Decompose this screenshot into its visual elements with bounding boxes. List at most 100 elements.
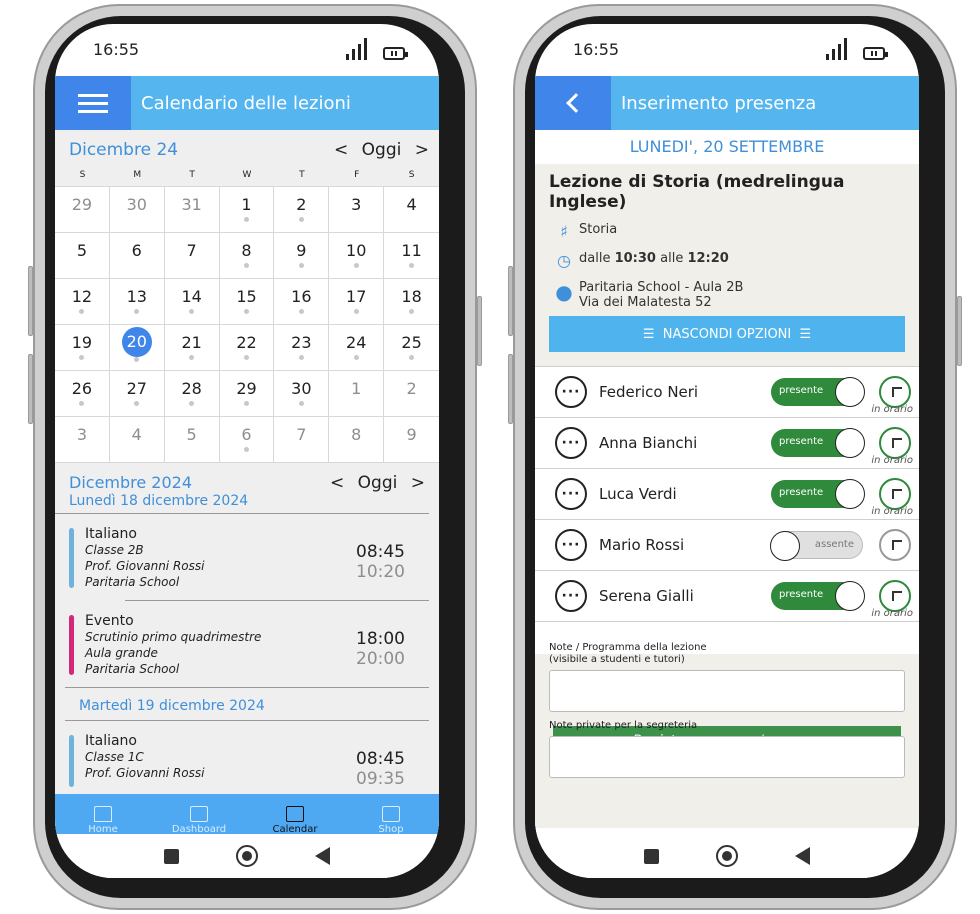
- calendar-day[interactable]: 4: [384, 187, 439, 233]
- calendar-day[interactable]: 23: [274, 325, 330, 371]
- back-nav-button[interactable]: [535, 76, 611, 130]
- calendar-day[interactable]: 28: [164, 371, 220, 417]
- day-number: 2: [406, 379, 417, 398]
- attendance-toggle[interactable]: presente: [771, 479, 865, 509]
- chat-bubble-icon[interactable]: ···: [555, 580, 587, 612]
- recents-button[interactable]: [163, 848, 179, 864]
- calendar-day-selected[interactable]: 20: [109, 325, 165, 371]
- day-number: 18: [401, 287, 422, 306]
- attendance-toggle[interactable]: presente: [771, 428, 865, 458]
- calendar-day[interactable]: 10: [329, 233, 385, 279]
- calendar-day[interactable]: 6: [219, 417, 275, 463]
- calendar-day[interactable]: 5: [164, 417, 220, 463]
- lesson-subject: Storia: [579, 222, 618, 237]
- event-item[interactable]: Italiano Classe 2B Prof. Giovanni Rossi …: [69, 514, 429, 600]
- calendar-day[interactable]: 24: [329, 325, 385, 371]
- event-school: Paritaria School: [85, 662, 180, 676]
- day-number: 7: [186, 241, 197, 260]
- event-dot: [298, 263, 304, 268]
- day-number: 30: [126, 195, 147, 214]
- agenda-next-button[interactable]: >: [411, 473, 425, 493]
- day-number: 17: [346, 287, 367, 306]
- calendar-day[interactable]: 19: [55, 325, 110, 371]
- next-month-button[interactable]: >: [415, 140, 429, 160]
- calendar-day[interactable]: 21: [164, 325, 220, 371]
- calendar-day[interactable]: 8: [329, 417, 385, 463]
- calendar-day[interactable]: 30: [109, 187, 165, 233]
- calendar-day[interactable]: 31: [164, 187, 220, 233]
- alarm-clock-icon: ◷: [557, 251, 571, 270]
- event-teacher: Prof. Giovanni Rossi: [85, 559, 205, 573]
- agenda-prev-button[interactable]: <: [330, 473, 344, 493]
- chat-bubble-icon[interactable]: ···: [555, 376, 587, 408]
- calendar-day[interactable]: 18: [384, 279, 439, 325]
- calendar-day[interactable]: 11: [384, 233, 439, 279]
- calendar-day[interactable]: 2: [384, 371, 439, 417]
- clock-icon[interactable]: [879, 529, 911, 561]
- attendance-toggle[interactable]: assente: [770, 531, 863, 561]
- menu-button[interactable]: [55, 76, 131, 130]
- chat-bubble-icon[interactable]: ···: [555, 529, 587, 561]
- calendar-day[interactable]: 4: [109, 417, 165, 463]
- notes-textarea[interactable]: [549, 670, 905, 712]
- agenda-today-button[interactable]: Oggi: [358, 473, 398, 493]
- calendar-day[interactable]: 7: [164, 233, 220, 279]
- day-number: 8: [351, 425, 362, 444]
- calendar-day[interactable]: 9: [274, 233, 330, 279]
- calendar-day[interactable]: 30: [274, 371, 330, 417]
- calendar-day[interactable]: 12: [55, 279, 110, 325]
- private-notes-textarea[interactable]: [549, 736, 905, 778]
- event-dot: [243, 447, 249, 452]
- hide-options-button[interactable]: ☰ NASCONDI OPZIONI ☰: [549, 316, 905, 352]
- today-button[interactable]: Oggi: [362, 140, 402, 160]
- day-number: 11: [401, 241, 422, 260]
- calendar-day[interactable]: 1: [329, 371, 385, 417]
- day-number: 4: [406, 195, 417, 214]
- calendar-day[interactable]: 14: [164, 279, 220, 325]
- calendar-day[interactable]: 22: [219, 325, 275, 371]
- event-item[interactable]: Italiano Classe 1C Prof. Giovanni Rossi …: [69, 721, 429, 799]
- home-button[interactable]: [715, 845, 738, 867]
- calendar-day[interactable]: 26: [55, 371, 110, 417]
- home-button[interactable]: [235, 845, 258, 867]
- calendar-day[interactable]: 3: [329, 187, 385, 233]
- back-button[interactable]: [315, 847, 331, 865]
- month-header: Dicembre 24 < Oggi >: [55, 130, 439, 170]
- calendar-day[interactable]: 5: [55, 233, 110, 279]
- attendance-toggle[interactable]: presente: [771, 377, 865, 407]
- event-dot: [189, 401, 195, 406]
- event-dot: [134, 309, 140, 314]
- calendar-day[interactable]: 25: [384, 325, 439, 371]
- time-prefix: dalle: [579, 251, 611, 266]
- calendar-day[interactable]: 6: [109, 233, 165, 279]
- day-number: 13: [126, 287, 147, 306]
- tab-label: Shop: [378, 823, 404, 835]
- chat-bubble-icon[interactable]: ···: [555, 427, 587, 459]
- calendar-day[interactable]: 9: [384, 417, 439, 463]
- calendar-day[interactable]: 17: [329, 279, 385, 325]
- calendar-day[interactable]: 3: [55, 417, 110, 463]
- student-row: ··· Anna Bianchi presente in orario: [535, 418, 919, 469]
- calendar-day[interactable]: 1: [219, 187, 275, 233]
- attendance-toggle[interactable]: presente: [771, 581, 865, 611]
- calendar-day[interactable]: 16: [274, 279, 330, 325]
- back-button[interactable]: [795, 847, 811, 865]
- calendar-day[interactable]: 7: [274, 417, 330, 463]
- calendar-day[interactable]: 29: [219, 371, 275, 417]
- calendar-day[interactable]: 8: [219, 233, 275, 279]
- calendar-day[interactable]: 27: [109, 371, 165, 417]
- prev-month-button[interactable]: <: [334, 140, 348, 160]
- calendar-day[interactable]: 29: [55, 187, 110, 233]
- lesson-address: Via dei Malatesta 52: [579, 295, 712, 310]
- event-item[interactable]: Evento Scrutinio primo quadrimestre Aula…: [69, 601, 429, 687]
- day-number: 14: [181, 287, 202, 306]
- calendar-day[interactable]: 15: [219, 279, 275, 325]
- day-number: 2: [296, 195, 307, 214]
- tab-label: Home: [88, 823, 118, 835]
- chat-bubble-icon[interactable]: ···: [555, 478, 587, 510]
- day-number: 16: [291, 287, 312, 306]
- calendar-day[interactable]: 13: [109, 279, 165, 325]
- calendar-day[interactable]: 2: [274, 187, 330, 233]
- recents-button[interactable]: [643, 848, 659, 864]
- lesson-date: LUNEDI', 20 SETTEMBRE: [535, 130, 919, 164]
